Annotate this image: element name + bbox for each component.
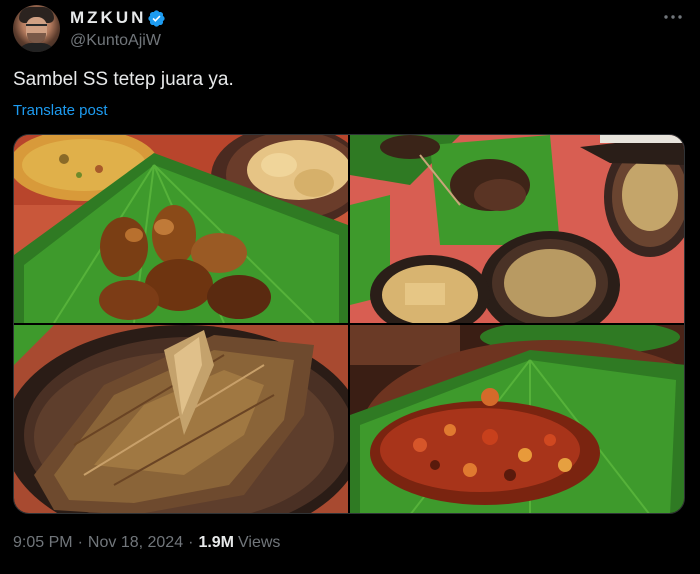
photo-fried-fish[interactable]: [14, 325, 348, 513]
author-handle[interactable]: @KuntoAjiW: [70, 32, 166, 50]
meta-separator: ·: [188, 534, 194, 551]
photo-skewers-anchovies[interactable]: [350, 135, 684, 323]
more-horizontal-icon[interactable]: [662, 8, 684, 26]
post-date[interactable]: Nov 18, 2024: [88, 534, 183, 552]
photo-fried-food[interactable]: [14, 135, 348, 323]
name-row: MZKUN: [70, 7, 166, 29]
tweet-header: MZKUN @KuntoAjiW: [13, 5, 166, 52]
tweet: MZKUN @KuntoAjiW Sambel SS tetep juara y…: [0, 0, 700, 574]
verified-badge-icon[interactable]: [147, 9, 166, 28]
photo-sambal[interactable]: [350, 325, 684, 513]
translate-post-link[interactable]: Translate post: [13, 102, 108, 119]
author-names: MZKUN @KuntoAjiW: [70, 7, 166, 50]
post-meta: 9:05 PM · Nov 18, 2024 · 1.9M Views: [13, 534, 280, 552]
avatar[interactable]: [13, 5, 60, 52]
views-label: Views: [238, 534, 281, 551]
meta-separator: ·: [77, 534, 83, 551]
post-time[interactable]: 9:05 PM: [13, 534, 73, 552]
author-display-name[interactable]: MZKUN: [70, 8, 146, 28]
media-grid: [13, 134, 685, 514]
views-count[interactable]: 1.9M: [198, 534, 234, 552]
post-text: Sambel SS tetep juara ya.: [13, 69, 234, 90]
